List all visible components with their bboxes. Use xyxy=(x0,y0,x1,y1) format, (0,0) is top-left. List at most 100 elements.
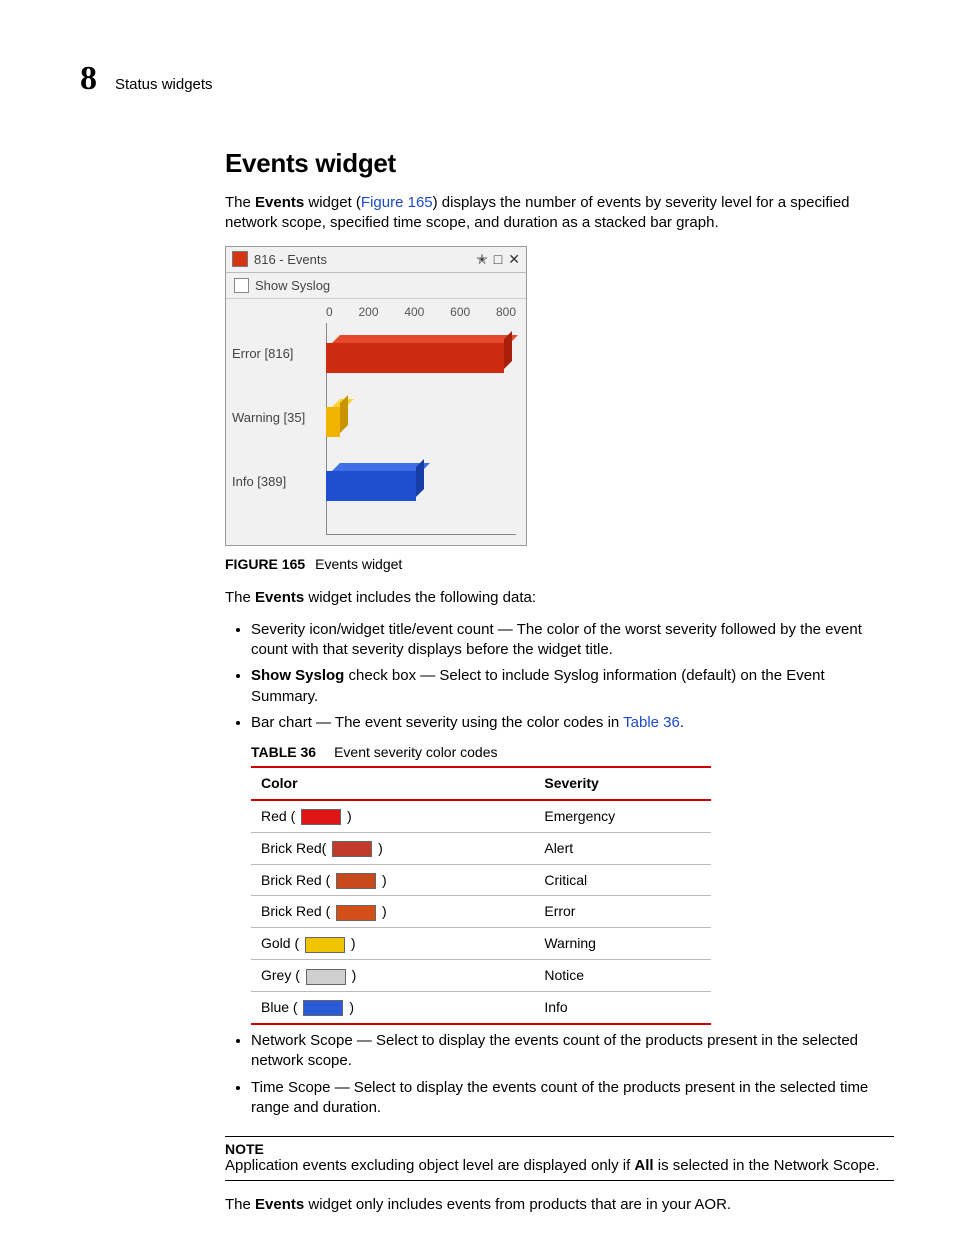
color-name: Gold ( xyxy=(261,935,303,951)
page-header: 8 Status widgets xyxy=(80,60,894,98)
tick: 800 xyxy=(496,305,516,319)
col-color: Color xyxy=(251,767,534,800)
list-item: Severity icon/widget title/event count —… xyxy=(251,620,894,661)
tick: 600 xyxy=(450,305,470,319)
table-row: Brick Red( )Alert xyxy=(251,832,711,864)
chapter-number: 8 xyxy=(80,60,97,98)
color-cell: Brick Red ( ) xyxy=(251,896,534,928)
severity-icon xyxy=(232,251,248,267)
show-syslog-label: Show Syslog xyxy=(255,278,330,293)
table-number: TABLE 36 xyxy=(251,744,316,760)
collapse-icon[interactable]: ✭ xyxy=(476,251,488,268)
figure-text: Events widget xyxy=(315,556,402,572)
severity-cell: Notice xyxy=(534,960,711,992)
severity-cell: Error xyxy=(534,896,711,928)
table-row: Blue ( )Info xyxy=(251,992,711,1024)
text: The xyxy=(225,1196,255,1213)
breadcrumb: Status widgets xyxy=(115,76,213,93)
color-name: Brick Red ( xyxy=(261,872,334,888)
table-link[interactable]: Table 36 xyxy=(623,714,680,731)
severity-cell: Critical xyxy=(534,864,711,896)
bar-chart: 0 200 400 600 800 Error [816] xyxy=(226,299,526,545)
note-label: NOTE xyxy=(225,1141,894,1157)
show-syslog-checkbox[interactable] xyxy=(234,278,249,293)
list-item: Bar chart — The event severity using the… xyxy=(251,713,894,1025)
window-controls: ✭ □ ✕ xyxy=(476,251,520,268)
text: The xyxy=(225,589,255,606)
bar-row-warning: Warning [35] xyxy=(232,399,326,437)
paren-close: ) xyxy=(343,808,352,824)
bullet-list-1: Severity icon/widget title/event count —… xyxy=(225,620,894,1118)
color-swatch xyxy=(301,809,341,825)
severity-cell: Info xyxy=(534,992,711,1024)
bar-row-info: Info [389] xyxy=(232,463,326,501)
x-axis-ticks: 0 200 400 600 800 xyxy=(326,305,516,319)
text: Bar chart — The event severity using the… xyxy=(251,714,623,731)
color-cell: Gold ( ) xyxy=(251,928,534,960)
text: Application events excluding object leve… xyxy=(225,1157,634,1174)
intro-paragraph: The Events widget (Figure 165) displays … xyxy=(225,193,894,234)
color-cell: Grey ( ) xyxy=(251,960,534,992)
tick: 0 xyxy=(326,305,333,319)
color-cell: Brick Red ( ) xyxy=(251,864,534,896)
content-column: Events widget The Events widget (Figure … xyxy=(225,148,894,1215)
page: 8 Status widgets Events widget The Event… xyxy=(0,0,954,1235)
figure-link[interactable]: Figure 165 xyxy=(361,194,433,211)
bar-label: Error [816] xyxy=(232,346,318,361)
color-name: Grey ( xyxy=(261,967,304,983)
text: widget ( xyxy=(304,194,361,211)
events-bold: Events xyxy=(255,589,304,606)
includes-lead: The Events widget includes the following… xyxy=(225,588,894,608)
paren-close: ) xyxy=(348,967,357,983)
severity-cell: Warning xyxy=(534,928,711,960)
events-widget-screenshot: 816 - Events ✭ □ ✕ Show Syslog 0 200 400… xyxy=(225,246,527,546)
col-severity: Severity xyxy=(534,767,711,800)
figure-number: FIGURE 165 xyxy=(225,556,305,572)
bar-label: Warning [35] xyxy=(232,410,318,425)
severity-color-table: Color Severity Red ( )EmergencyBrick Red… xyxy=(251,766,711,1025)
table-title: Event severity color codes xyxy=(334,744,497,760)
paren-close: ) xyxy=(347,935,356,951)
paren-close: ) xyxy=(378,903,387,919)
closing-paragraph: The Events widget only includes events f… xyxy=(225,1195,894,1215)
paren-close: ) xyxy=(345,999,354,1015)
show-syslog-row: Show Syslog xyxy=(226,273,526,299)
maximize-icon[interactable]: □ xyxy=(494,251,502,268)
note-rule-top xyxy=(225,1136,894,1137)
color-swatch xyxy=(336,905,376,921)
color-name: Brick Red ( xyxy=(261,903,334,919)
list-item: Show Syslog check box — Select to includ… xyxy=(251,666,894,707)
color-name: Brick Red( xyxy=(261,840,330,856)
all-bold: All xyxy=(634,1157,653,1174)
bar-row-error: Error [816] xyxy=(232,335,326,373)
table-row: Gold ( )Warning xyxy=(251,928,711,960)
widget-title: 816 - Events xyxy=(254,252,476,267)
text: widget includes the following data: xyxy=(304,589,536,606)
severity-cell: Alert xyxy=(534,832,711,864)
section-title: Events widget xyxy=(225,148,894,179)
color-swatch xyxy=(303,1000,343,1016)
figure-caption: FIGURE 165 Events widget xyxy=(225,556,894,572)
paren-close: ) xyxy=(378,872,387,888)
text: . xyxy=(680,714,684,731)
tick: 400 xyxy=(404,305,424,319)
table-row: Red ( )Emergency xyxy=(251,800,711,832)
color-swatch xyxy=(305,937,345,953)
color-cell: Red ( ) xyxy=(251,800,534,832)
text: The xyxy=(225,194,255,211)
note-rule-bottom xyxy=(225,1180,894,1181)
close-icon[interactable]: ✕ xyxy=(508,251,520,268)
color-cell: Blue ( ) xyxy=(251,992,534,1024)
events-bold: Events xyxy=(255,194,304,211)
color-swatch xyxy=(332,841,372,857)
text: is selected in the Network Scope. xyxy=(654,1157,880,1174)
color-swatch xyxy=(306,969,346,985)
note-text: Application events excluding object leve… xyxy=(225,1157,894,1174)
table-row: Grey ( )Notice xyxy=(251,960,711,992)
color-name: Blue ( xyxy=(261,999,301,1015)
bar-label: Info [389] xyxy=(232,474,318,489)
events-bold: Events xyxy=(255,1196,304,1213)
color-cell: Brick Red( ) xyxy=(251,832,534,864)
color-name: Red ( xyxy=(261,808,299,824)
color-swatch xyxy=(336,873,376,889)
